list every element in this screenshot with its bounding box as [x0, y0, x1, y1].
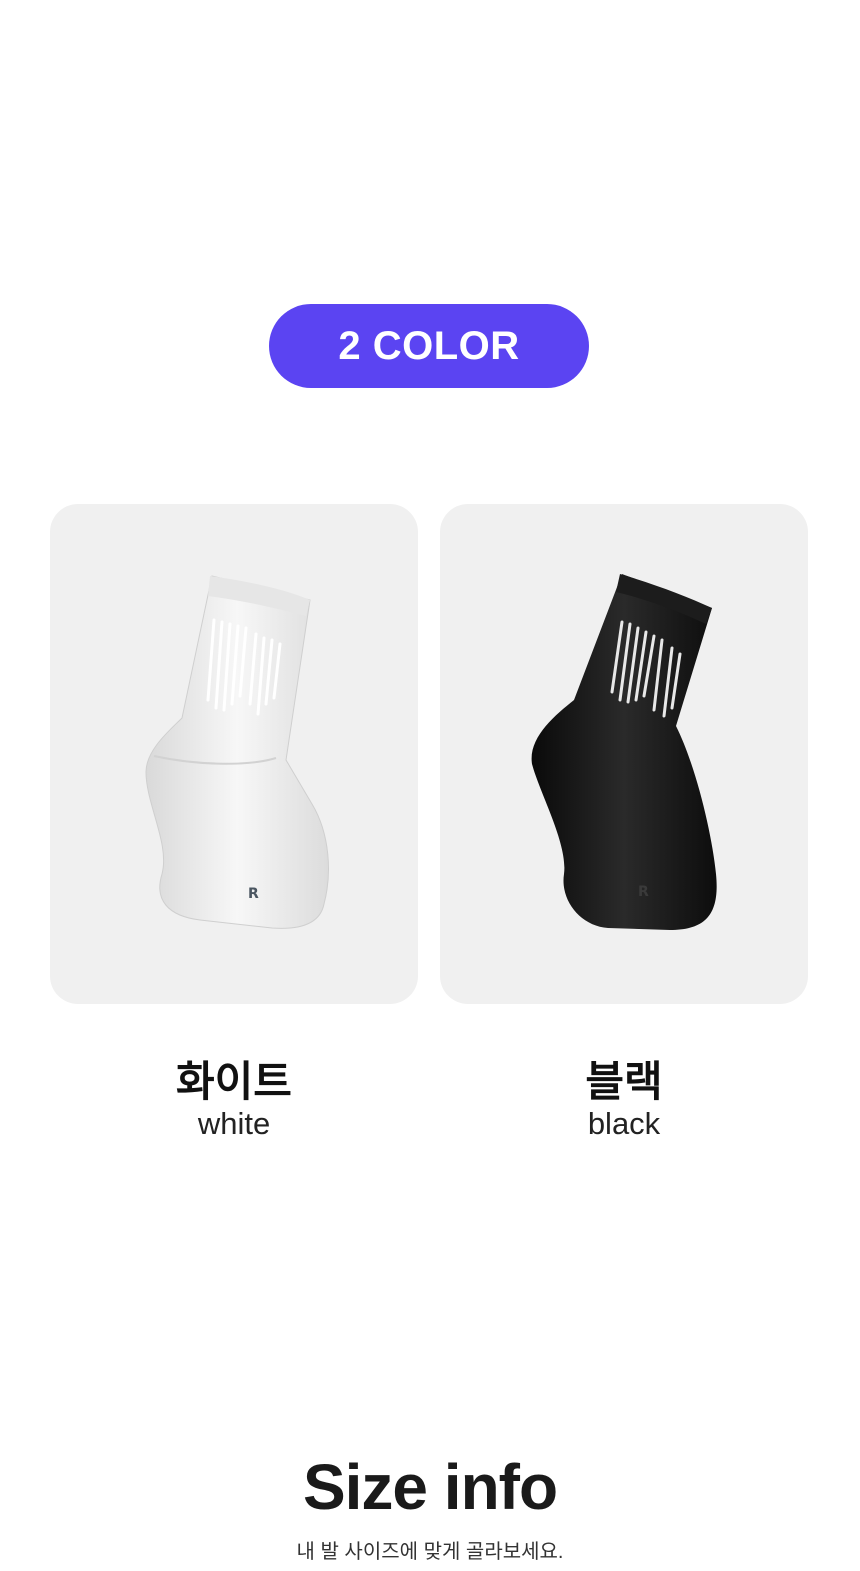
svg-text:R: R: [638, 884, 649, 900]
product-name-en-black: black: [587, 1106, 661, 1141]
color-count-badge: 2 COLOR: [269, 304, 589, 388]
size-info-subtitle: 내 발 사이즈에 맞게 골라보세요.: [296, 1541, 564, 1563]
product-name-en-white: white: [197, 1106, 271, 1141]
product-card-white[interactable]: R: [50, 504, 418, 1004]
svg-text:R: R: [248, 886, 259, 902]
product-name-ko-white: 화이트: [176, 1058, 292, 1105]
color-options-page: 2 COLOR R R 화이트 white 블랙 black Size info…: [0, 0, 860, 1571]
product-card-black[interactable]: R: [440, 504, 808, 1004]
white-sock-image: R: [145, 575, 329, 929]
size-info-title: Size info: [302, 1451, 558, 1523]
black-sock-image: R: [531, 574, 717, 930]
product-name-ko-black: 블랙: [585, 1058, 663, 1105]
